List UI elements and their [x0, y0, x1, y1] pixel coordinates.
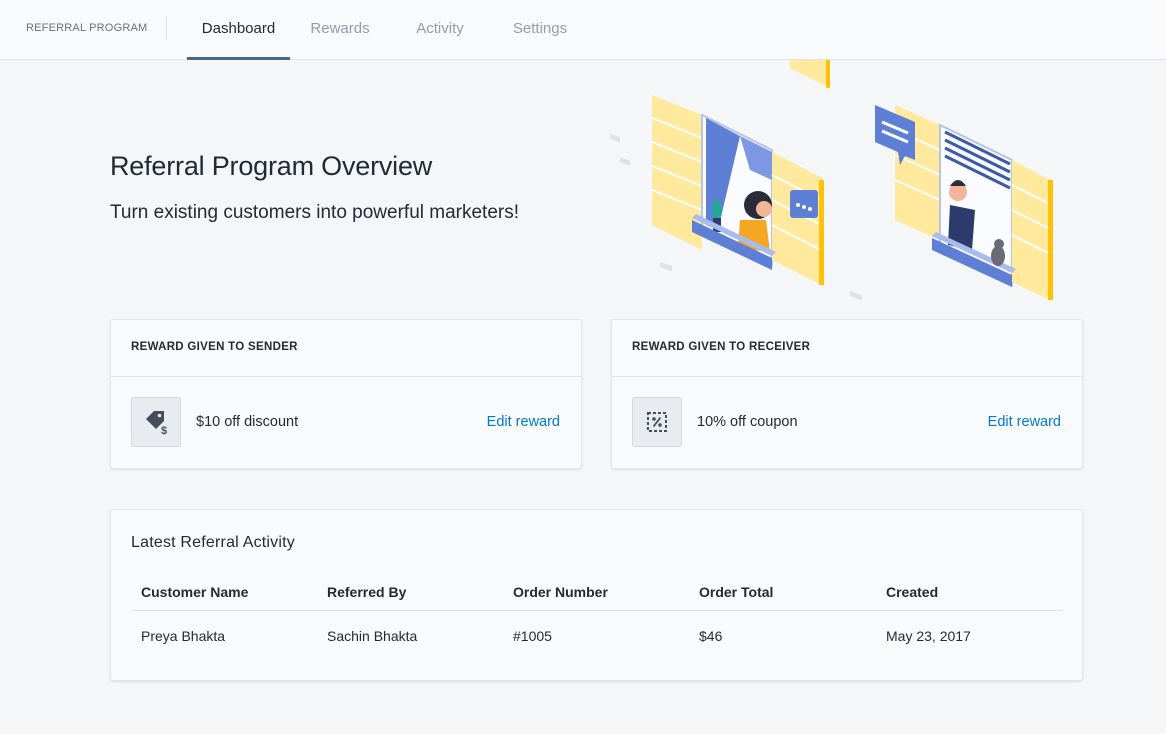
column-referred-by: Referred By [327, 584, 407, 600]
column-order-number: Order Number [513, 584, 608, 600]
receiver-reward-value: 10% off coupon [697, 414, 798, 430]
column-customer-name: Customer Name [141, 584, 249, 600]
referral-illustration [610, 60, 1053, 301]
page-subtitle: Turn existing customers into powerful ma… [110, 202, 520, 223]
nav-divider [166, 16, 167, 40]
sender-card-heading: REWARD GIVEN TO SENDER [111, 320, 581, 377]
order-total: $46 [699, 628, 723, 644]
tab-settings[interactable]: Settings [500, 0, 580, 59]
right-window [875, 105, 1053, 300]
table-header: Customer Name Referred By Order Number O… [131, 574, 1063, 611]
edit-sender-reward-link[interactable]: Edit reward [487, 414, 560, 430]
edit-receiver-reward-link[interactable]: Edit reward [988, 414, 1061, 430]
sender-reward-card: REWARD GIVEN TO SENDER $ $10 off discoun… [110, 319, 582, 469]
receiver-reward-card: REWARD GIVEN TO RECEIVER 10% off coupon … [611, 319, 1083, 469]
tab-dashboard[interactable]: Dashboard [187, 0, 290, 60]
order-number-link[interactable]: #1005 [513, 628, 552, 644]
column-order-total: Order Total [699, 584, 774, 600]
tab-activity[interactable]: Activity [400, 0, 480, 59]
created-date: May 23, 2017 [886, 628, 971, 644]
receiver-card-heading: REWARD GIVEN TO RECEIVER [612, 320, 1082, 377]
column-created: Created [886, 584, 939, 600]
svg-text:$: $ [161, 425, 167, 435]
brand-label: REFERRAL PROGRAM [26, 22, 148, 34]
tab-rewards[interactable]: Rewards [300, 0, 380, 59]
customer-name-link[interactable]: Preya Bhakta [141, 628, 225, 644]
sender-reward-value: $10 off discount [196, 414, 299, 430]
top-navigation: REFERRAL PROGRAM Dashboard Rewards Activ… [0, 0, 1166, 60]
left-window [651, 95, 824, 285]
price-tag-dollar-icon: $ [131, 397, 181, 447]
page-title: Referral Program Overview [110, 151, 433, 181]
percent-coupon-icon [632, 397, 682, 447]
referred-by-link[interactable]: Sachin Bhakta [327, 628, 417, 644]
table-row: Preya Bhakta Sachin Bhakta #1005 $46 May… [131, 611, 1063, 661]
referral-activity-card: Latest Referral Activity Customer Name R… [110, 509, 1083, 681]
activity-title: Latest Referral Activity [131, 534, 295, 551]
